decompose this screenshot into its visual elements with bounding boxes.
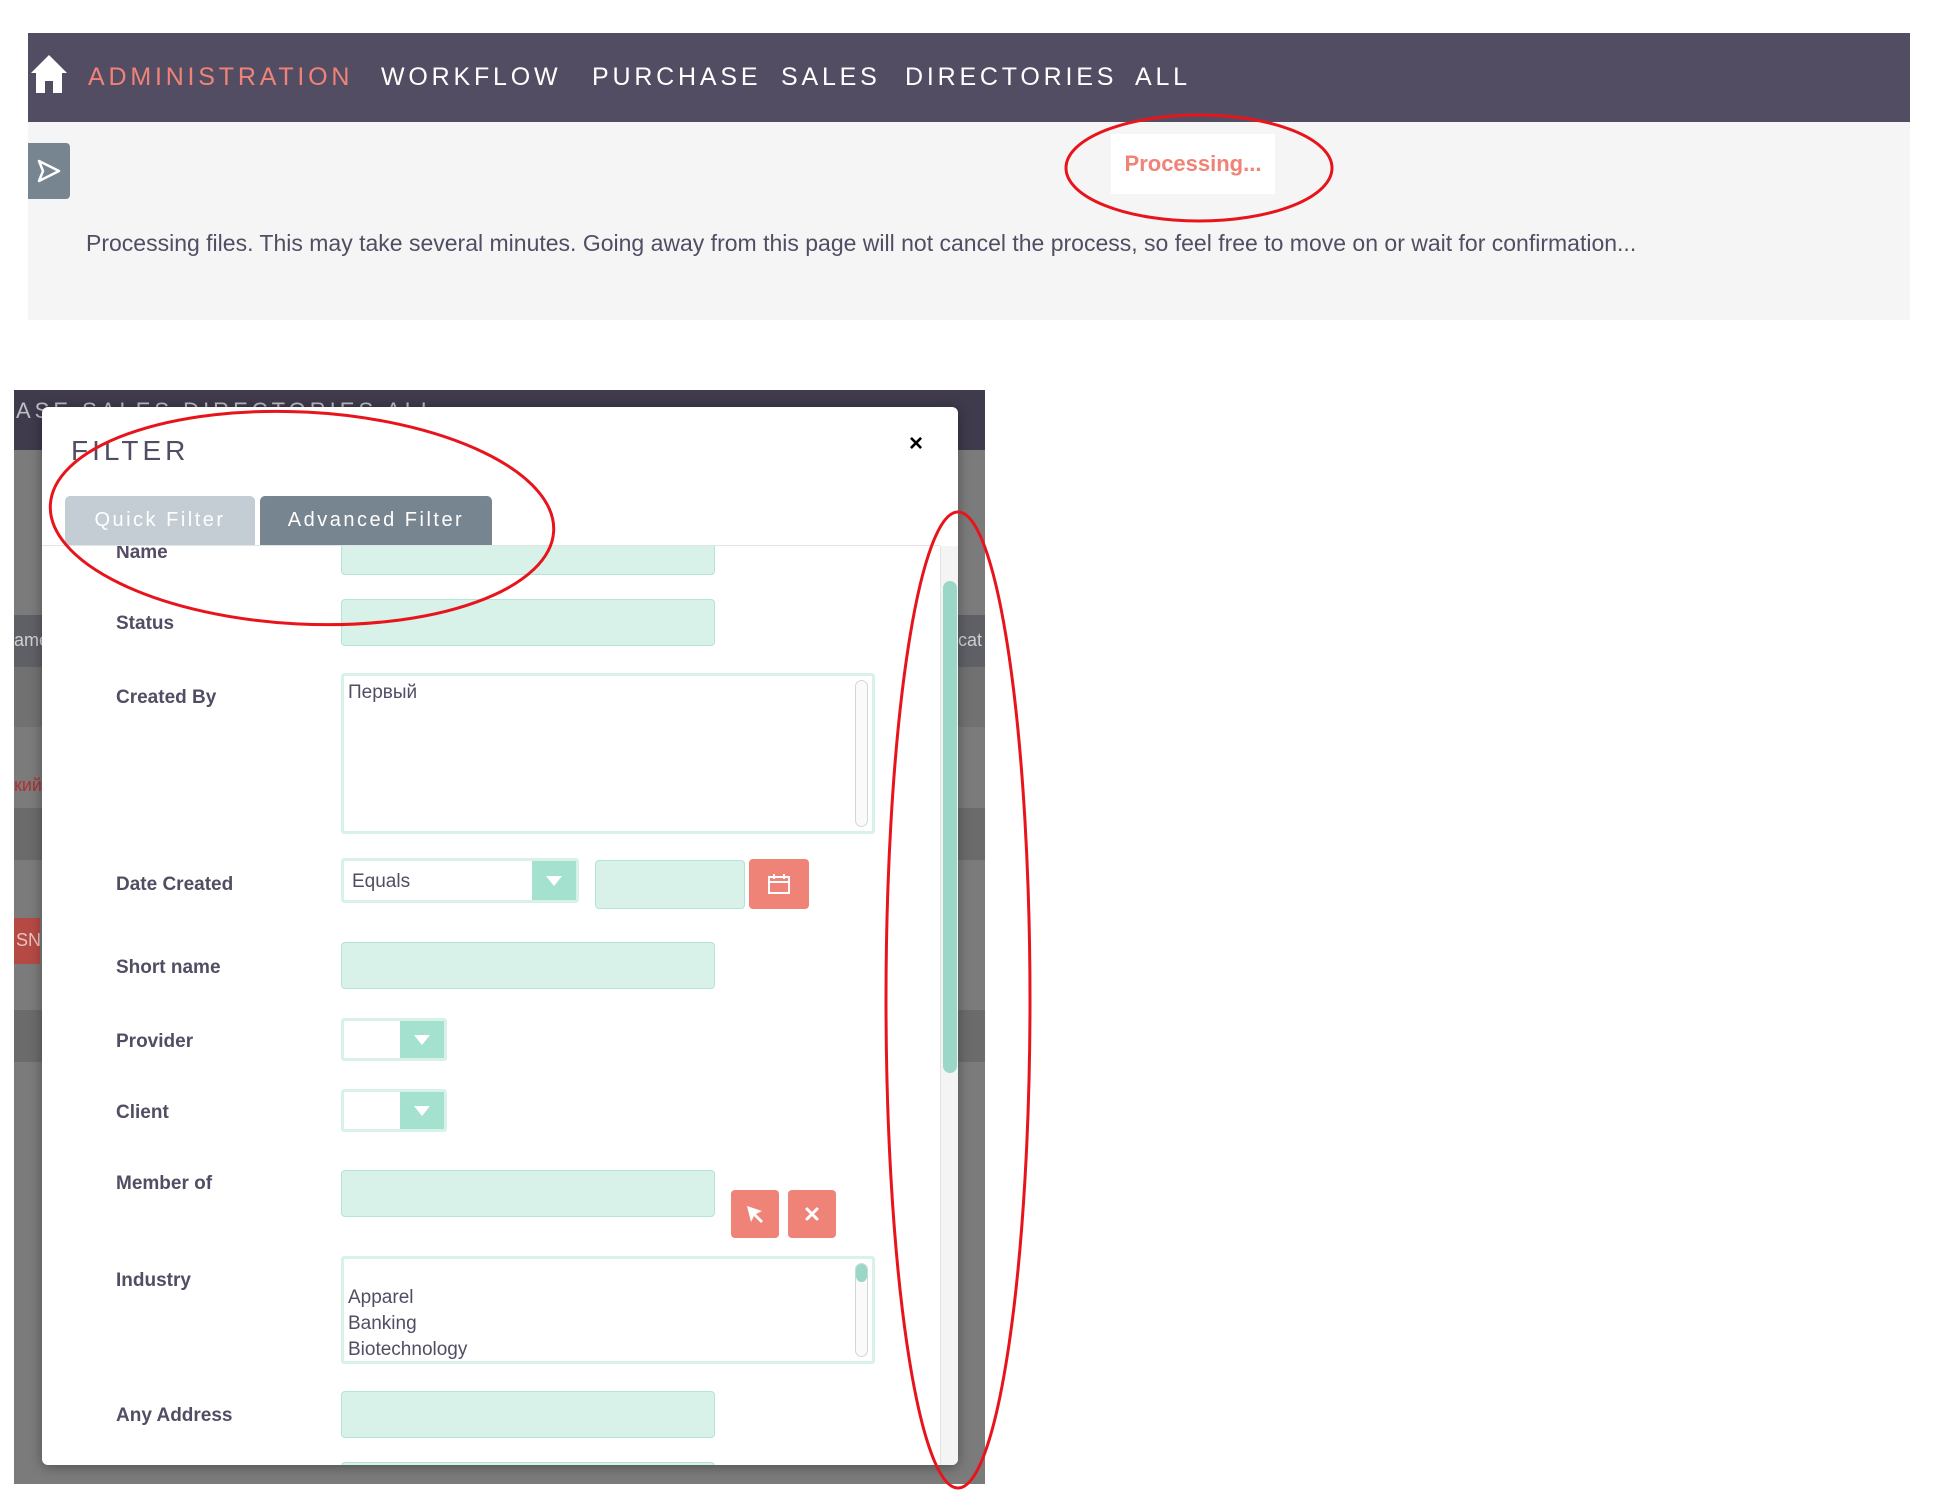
select-arrow-icon — [532, 861, 576, 900]
created-by-listbox[interactable]: Первый — [341, 673, 875, 834]
send-icon — [37, 159, 61, 183]
created-by-label: Created By — [116, 687, 217, 708]
date-created-label: Date Created — [116, 874, 234, 895]
processing-message: Processing files. This may take several … — [86, 230, 1637, 256]
listbox-scroll-thumb[interactable] — [856, 1264, 867, 1282]
background-fragment: SN — [16, 930, 42, 950]
provider-select[interactable] — [341, 1018, 447, 1061]
listbox-scrollbar[interactable] — [855, 1263, 868, 1357]
date-operator-select[interactable]: Equals — [341, 858, 579, 903]
close-button[interactable]: × — [901, 429, 931, 459]
short-name-input[interactable] — [341, 942, 715, 989]
home-icon[interactable] — [29, 53, 69, 95]
client-label: Client — [116, 1102, 169, 1123]
nav-item-purchase[interactable]: PURCHASE — [592, 33, 761, 122]
list-item[interactable]: Biotechnology — [348, 1337, 868, 1363]
calendar-button[interactable] — [749, 859, 809, 909]
status-input[interactable] — [341, 599, 715, 646]
provider-label: Provider — [116, 1031, 194, 1052]
tab-quick-filter[interactable]: Quick Filter — [65, 496, 255, 545]
nav-item-sales[interactable]: SALES — [781, 33, 881, 122]
sidebar-toggle-button[interactable] — [28, 143, 70, 199]
next-field-input[interactable] — [341, 1462, 715, 1465]
modal-title: FILTER — [71, 435, 190, 466]
date-operator-value: Equals — [352, 871, 411, 892]
filter-form: Name Status Created By Первый Date Creat… — [42, 546, 940, 1465]
calendar-icon — [768, 874, 790, 894]
member-of-label: Member of — [116, 1173, 213, 1194]
any-address-input[interactable] — [341, 1391, 715, 1438]
date-created-input[interactable] — [595, 860, 745, 909]
filter-modal: FILTER × Quick Filter Advanced Filter Na… — [42, 407, 958, 1465]
industry-listbox[interactable]: Apparel Banking Biotechnology — [341, 1256, 875, 1364]
listbox-scrollbar[interactable] — [855, 680, 868, 827]
list-item[interactable]: Apparel — [348, 1285, 868, 1311]
select-arrow-icon — [400, 1021, 444, 1058]
list-item[interactable]: Banking — [348, 1311, 868, 1337]
any-address-label: Any Address — [116, 1405, 233, 1426]
modal-scroll-thumb[interactable] — [943, 581, 957, 1073]
select-arrow-icon — [400, 1092, 444, 1129]
name-label: Name — [116, 546, 168, 563]
background-fragment: кий — [14, 775, 42, 795]
clear-x-icon — [805, 1207, 819, 1221]
status-label: Status — [116, 613, 175, 634]
modal-scrollbar[interactable] — [940, 546, 958, 1465]
nav-item-workflow[interactable]: WORKFLOW — [381, 33, 561, 122]
background-button-fragment: SN — [14, 918, 42, 964]
background-fragment: cat — [958, 630, 983, 650]
name-input[interactable] — [341, 546, 715, 575]
processing-panel: Processing... Processing files. This may… — [28, 122, 1910, 320]
clear-member-button[interactable] — [788, 1190, 836, 1238]
nav-item-administration[interactable]: ADMINISTRATION — [88, 33, 353, 122]
processing-status-badge: Processing... — [1111, 134, 1275, 194]
close-icon: × — [908, 430, 923, 457]
short-name-label: Short name — [116, 957, 221, 978]
list-item[interactable]: Первый — [348, 680, 868, 706]
nav-item-all[interactable]: ALL — [1135, 33, 1191, 122]
cursor-arrow-icon — [747, 1206, 763, 1223]
top-navigation-bar: ADMINISTRATION WORKFLOW PURCHASE SALES D… — [28, 33, 1910, 122]
select-member-button[interactable] — [731, 1190, 779, 1238]
client-select[interactable] — [341, 1089, 447, 1132]
nav-item-directories[interactable]: DIRECTORIES — [905, 33, 1117, 122]
member-of-input[interactable] — [341, 1170, 715, 1217]
industry-label: Industry — [116, 1270, 191, 1291]
tab-advanced-filter[interactable]: Advanced Filter — [260, 496, 492, 545]
